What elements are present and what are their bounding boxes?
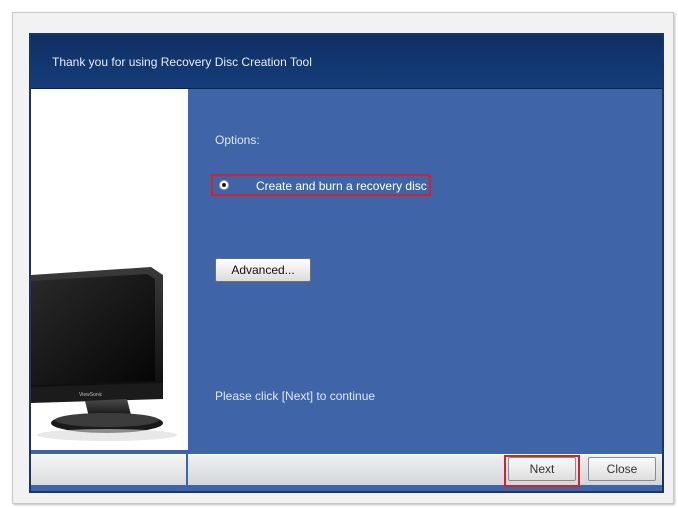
instruction-text: Please click [Next] to continue — [215, 389, 376, 403]
monitor-icon: ViewSonic — [31, 267, 177, 441]
title-bar: Thank you for using Recovery Disc Creati… — [31, 35, 662, 89]
window-title: Thank you for using Recovery Disc Creati… — [52, 55, 312, 69]
side-illustration-panel: ViewSonic — [31, 89, 188, 450]
radio-dot — [222, 183, 226, 187]
recovery-disc-window: Thank you for using Recovery Disc Creati… — [29, 33, 664, 493]
next-button[interactable]: Next — [508, 457, 576, 481]
content-area: Options: Create and burn a recovery disc… — [188, 89, 662, 450]
footer-left-panel — [31, 454, 186, 485]
footer-button-bar: Next Close — [31, 450, 662, 491]
brand-label: ViewSonic — [79, 392, 103, 398]
options-label: Options: — [215, 133, 260, 147]
radio-option-create-and-burn[interactable]: Create and burn a recovery disc — [211, 174, 431, 196]
close-button[interactable]: Close — [588, 457, 656, 481]
radio-selected-icon[interactable] — [219, 180, 229, 190]
radio-option-label[interactable]: Create and burn a recovery disc — [256, 179, 427, 193]
advanced-button[interactable]: Advanced... — [215, 258, 311, 282]
footer-button-strip: Next Close — [188, 454, 662, 487]
